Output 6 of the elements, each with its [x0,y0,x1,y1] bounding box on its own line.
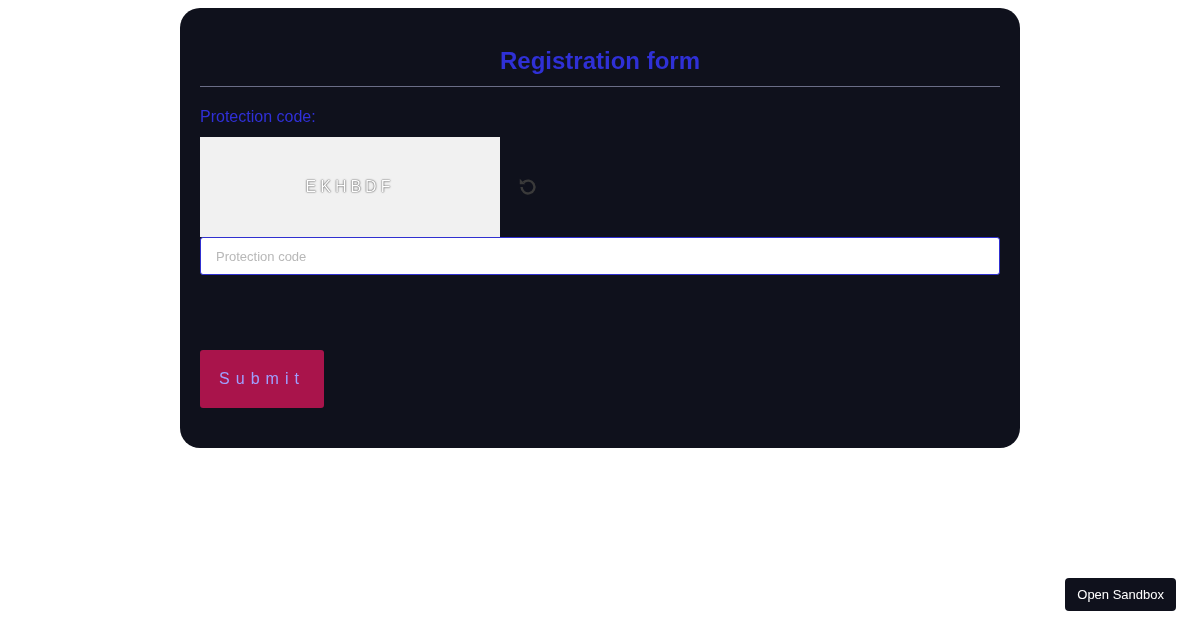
field-label: Protection code: [200,108,316,127]
refresh-icon[interactable] [517,176,539,198]
form-title: Registration form [200,28,1000,87]
open-sandbox-button[interactable]: Open Sandbox [1065,578,1176,611]
protection-code-field[interactable]: Protection code [200,237,1000,275]
captcha-image: EKHBDF [200,137,500,237]
